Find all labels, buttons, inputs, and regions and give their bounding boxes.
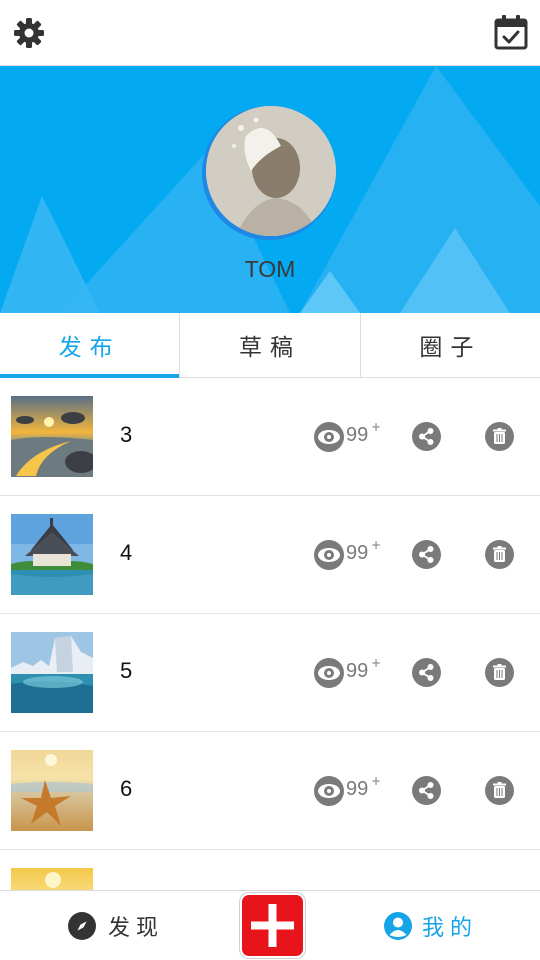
add-post-button[interactable] — [240, 893, 305, 958]
post-number: 5 — [120, 658, 133, 683]
avatar-photo — [206, 106, 336, 236]
nav-discover-label: 发现 — [108, 916, 165, 941]
post-thumbnail[interactable] — [11, 750, 93, 831]
tab-circles[interactable]: 圈子 — [361, 313, 540, 377]
view-count-suffix: + — [371, 774, 382, 788]
compass-icon — [68, 912, 96, 940]
view-count: 99 + — [314, 538, 386, 570]
list-item[interactable]: 5 99 + — [0, 614, 540, 732]
nav-mine-label: 我的 — [422, 916, 479, 941]
nav-discover[interactable]: 发现 — [68, 909, 164, 943]
user-icon — [384, 912, 412, 940]
tab-bar: 发布 草稿 圈子 — [0, 313, 540, 378]
post-number: 6 — [120, 776, 133, 801]
calendar-check-icon[interactable] — [494, 14, 528, 50]
bottom-nav: 发现 我的 — [0, 890, 540, 960]
view-count: 99 + — [314, 774, 386, 806]
list-item[interactable]: 3 99 + — [0, 378, 540, 496]
gear-icon[interactable] — [12, 16, 46, 50]
post-thumbnail[interactable] — [11, 514, 93, 595]
share-icon[interactable] — [412, 658, 441, 687]
post-number: 4 — [120, 540, 133, 565]
view-count-suffix: + — [371, 420, 382, 434]
view-count-value: 99 — [346, 660, 369, 682]
view-count: 99 + — [314, 420, 386, 452]
eye-icon — [314, 540, 344, 570]
view-count-suffix: + — [371, 656, 382, 670]
nav-mine[interactable]: 我的 — [384, 909, 478, 943]
view-count: 99 + — [314, 656, 386, 688]
trash-icon[interactable] — [485, 776, 514, 805]
share-icon[interactable] — [412, 776, 441, 805]
eye-icon — [314, 776, 344, 806]
post-number: 3 — [120, 422, 133, 447]
eye-icon — [314, 658, 344, 688]
list-item[interactable] — [0, 850, 540, 890]
list-item[interactable]: 4 99 + — [0, 496, 540, 614]
share-icon[interactable] — [412, 422, 441, 451]
profile-header: TOM — [0, 66, 540, 313]
trash-icon[interactable] — [485, 658, 514, 687]
view-count-value: 99 — [346, 542, 369, 564]
post-thumbnail[interactable] — [11, 396, 93, 477]
trash-icon[interactable] — [485, 422, 514, 451]
trash-icon[interactable] — [485, 540, 514, 569]
avatar[interactable] — [206, 106, 336, 236]
eye-icon — [314, 422, 344, 452]
view-count-value: 99 — [346, 778, 369, 800]
top-bar — [0, 0, 540, 66]
view-count-suffix: + — [371, 538, 382, 552]
list-item[interactable]: 6 99 + — [0, 732, 540, 850]
tab-drafts[interactable]: 草稿 — [180, 313, 361, 377]
post-thumbnail[interactable] — [11, 868, 93, 890]
share-icon[interactable] — [412, 540, 441, 569]
plus-icon — [251, 904, 294, 947]
post-thumbnail[interactable] — [11, 632, 93, 713]
post-list: 3 99 + 4 99 + 5 99 + 6 99 + — [0, 378, 540, 890]
view-count-value: 99 — [346, 424, 369, 446]
tab-published[interactable]: 发布 — [0, 313, 181, 378]
username: TOM — [244, 256, 296, 282]
